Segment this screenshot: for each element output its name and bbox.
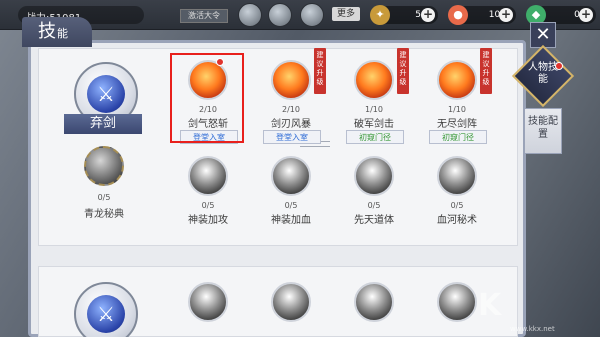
recommend-upgrade-badge: 建议升级 <box>397 48 409 94</box>
menu-icon[interactable] <box>238 3 262 27</box>
menu-icon[interactable] <box>268 3 292 27</box>
more-button[interactable]: 更多 <box>332 7 360 21</box>
skill-locked-icon <box>437 282 477 322</box>
skill-fire-icon <box>437 60 477 100</box>
recommend-upgrade-badge: 建议升级 <box>480 48 492 94</box>
coin-icon: ✦ <box>370 5 390 25</box>
sword-icon: ⚔ <box>87 75 125 113</box>
watermark-site: www.kkx.net <box>510 325 555 333</box>
tab-skill-config[interactable]: 技能配置 <box>524 108 562 154</box>
skill-progress: 0/5 <box>367 201 381 210</box>
selection-highlight <box>170 53 244 143</box>
skill-fire-icon <box>271 60 311 100</box>
add-jade-button[interactable]: + <box>579 8 593 22</box>
add-coin-button[interactable]: + <box>421 8 435 22</box>
skill-locked-icon <box>188 156 228 196</box>
skill-progress: 0/5 <box>201 201 215 210</box>
skill-rank-tag: 初窥门径 <box>346 130 404 144</box>
school-name: 弃剑 <box>64 114 142 134</box>
skill-name: 神装加攻 <box>188 215 228 226</box>
skill-progress: 1/10 <box>365 105 383 114</box>
red-dot-badge <box>555 62 563 70</box>
add-peach-button[interactable]: + <box>499 8 513 22</box>
secret-progress: 0/5 <box>97 193 111 202</box>
skill-locked-icon <box>188 282 228 322</box>
skill-name: 血河秘术 <box>437 215 477 226</box>
watermark-logo: K <box>478 288 502 323</box>
skill-fire-icon <box>354 60 394 100</box>
skill-locked-icon <box>271 156 311 196</box>
recommend-upgrade-badge: 建议升级 <box>314 48 326 94</box>
title-char: 技 <box>38 21 56 42</box>
sword-icon: ⚔ <box>87 295 125 333</box>
skill-locked-icon <box>354 282 394 322</box>
school-emblem[interactable]: ⚔ <box>74 282 138 337</box>
skill-locked-icon <box>271 282 311 322</box>
skill-locked-icon <box>354 156 394 196</box>
resource-coin: ✦ 50 + <box>370 5 438 25</box>
skill-progress: 0/5 <box>450 201 464 210</box>
skill-rank-tag: 初窥门径 <box>429 130 487 144</box>
skill-progress: 0/5 <box>284 201 298 210</box>
secret-name: 青龙秘典 <box>84 209 124 220</box>
title-sub: 能 <box>57 27 68 40</box>
skill-locked-icon <box>437 156 477 196</box>
skill-name: 破军剑击 <box>354 119 394 130</box>
activity-button[interactable]: 激活大令 <box>180 9 228 23</box>
skill-rank-tag: 登堂入室 <box>263 130 321 144</box>
skill-name: 剑刃风暴 <box>271 119 311 130</box>
skill-name: 无尽剑阵 <box>437 119 477 130</box>
peach-icon: ● <box>448 5 468 25</box>
menu-icon[interactable] <box>300 3 324 27</box>
skill-name: 神装加血 <box>271 215 311 226</box>
secret-book-icon[interactable] <box>84 146 124 186</box>
skill-progress: 2/10 <box>282 105 300 114</box>
resource-peach: ● 10万 + <box>448 5 516 25</box>
skill-progress: 1/10 <box>448 105 466 114</box>
skill-name: 先天道体 <box>354 215 394 226</box>
panel-title: 技能 <box>22 17 92 47</box>
